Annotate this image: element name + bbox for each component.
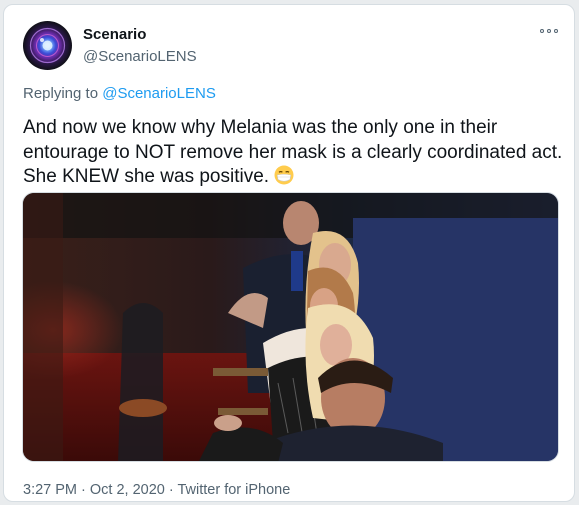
replying-prefix: Replying to (23, 85, 99, 102)
replying-to: Replying to @ScenarioLENS (23, 85, 216, 102)
more-options-icon[interactable] (540, 29, 558, 35)
tweet-text: And now we know why Melania was the only… (23, 116, 563, 190)
avatar[interactable] (23, 21, 72, 70)
tweet-card: Scenario @ScenarioLENS Replying to @Scen… (3, 4, 575, 502)
user-handle[interactable]: @ScenarioLENS (83, 48, 197, 65)
lens-logo-icon (29, 27, 66, 64)
replying-to-link[interactable]: @ScenarioLENS (102, 85, 216, 102)
face-with-mask-emoji-icon (274, 165, 294, 185)
tweet-timestamp[interactable]: 3:27 PM · Oct 2, 2020 · Twitter for iPho… (23, 482, 290, 498)
tweet-photo[interactable] (22, 192, 559, 462)
audience-photo (23, 193, 558, 461)
display-name[interactable]: Scenario (83, 26, 146, 43)
